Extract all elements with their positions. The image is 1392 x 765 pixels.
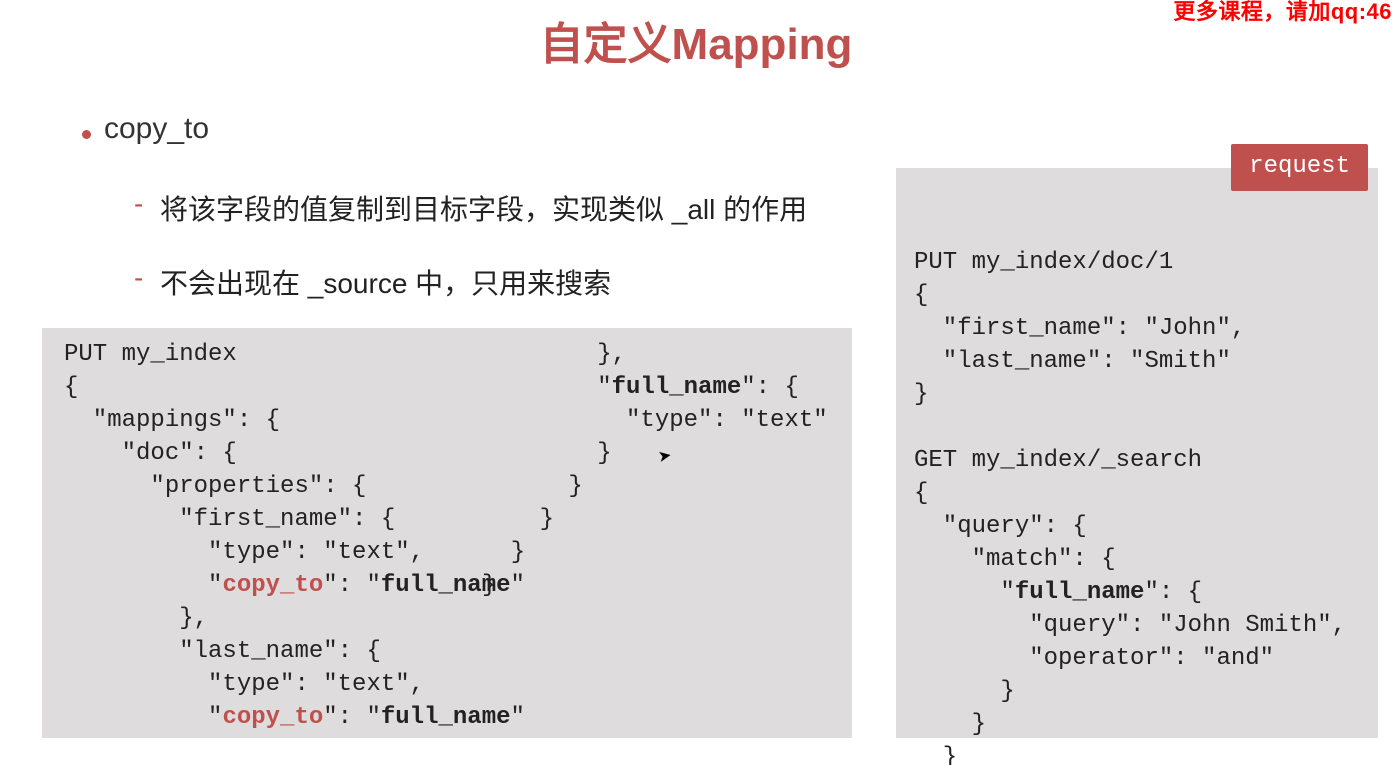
code-line: "doc": { — [64, 440, 237, 467]
request-badge: request — [1231, 144, 1368, 191]
code-text: " — [64, 704, 222, 731]
code-line: } — [482, 539, 525, 566]
code-line: "match": { — [914, 546, 1116, 573]
code-line: "type": "text", — [64, 671, 424, 698]
code-line: "first_name": "John", — [914, 315, 1245, 342]
code-keyword-full-name: full_name — [612, 374, 742, 401]
code-line: "operator": "and" — [914, 645, 1274, 672]
code-line: }, — [64, 605, 208, 632]
code-line: "last_name": { — [64, 638, 381, 665]
code-text: " — [511, 704, 525, 731]
code-line: PUT my_index/doc/1 — [914, 249, 1173, 276]
code-line: "type": "text", — [64, 539, 424, 566]
code-line: GET my_index/_search — [914, 447, 1202, 474]
code-keyword-copy-to: copy_to — [222, 704, 323, 731]
watermark-text: 更多课程，请加qq:46 — [1173, 0, 1392, 26]
code-line: "type": "text" — [482, 407, 828, 434]
code-line: }, — [482, 341, 626, 368]
code-text: ": { — [1144, 579, 1202, 606]
code-line: { — [914, 282, 928, 309]
code-line: } — [914, 381, 928, 408]
code-column-1: PUT my_index { "mappings": { "doc": { "p… — [64, 338, 525, 734]
sub-bullet-dash-icon: - — [134, 262, 143, 294]
code-line: } — [914, 678, 1015, 705]
code-line: "properties": { — [64, 473, 366, 500]
code-line: "query": "John Smith", — [914, 612, 1346, 639]
code-text: ": " — [323, 704, 381, 731]
code-column-2: }, "full_name": { "type": "text" } } } }… — [482, 338, 828, 602]
code-line: } — [914, 711, 986, 738]
code-line: PUT my_index — [64, 341, 237, 368]
sub-bullet2-text: 不会出现在 _source 中，只用来搜索 — [160, 262, 611, 302]
code-block-mapping: PUT my_index { "mappings": { "doc": { "p… — [42, 328, 852, 738]
code-text: ": { — [741, 374, 799, 401]
code-line: "mappings": { — [64, 407, 280, 434]
code-text: " — [914, 579, 1015, 606]
code-line: } — [482, 473, 583, 500]
sub-bullet-dash-icon: - — [134, 188, 143, 220]
sub-bullet1-text: 将该字段的值复制到目标字段，实现类似 _all 的作用 — [160, 188, 807, 228]
code-keyword-full-name: full_name — [381, 704, 511, 731]
code-line: } — [914, 744, 957, 765]
code-line: } — [482, 506, 554, 533]
bullet-dot-icon — [82, 130, 91, 139]
code-line: } — [482, 440, 612, 467]
code-text: " — [64, 572, 222, 599]
code-keyword-full-name: full_name — [1015, 579, 1145, 606]
code-line: "query": { — [914, 513, 1087, 540]
code-line: "first_name": { — [64, 506, 395, 533]
code-text: ": " — [323, 572, 381, 599]
code-keyword-copy-to: copy_to — [222, 572, 323, 599]
code-line: { — [914, 480, 928, 507]
code-line: { — [64, 374, 78, 401]
code-line: "last_name": "Smith" — [914, 348, 1231, 375]
bullet1-text: copy_to — [104, 112, 209, 146]
code-block-request: request PUT my_index/doc/1 { "first_name… — [896, 168, 1378, 738]
code-line: } — [482, 572, 496, 599]
code-text: " — [482, 374, 612, 401]
